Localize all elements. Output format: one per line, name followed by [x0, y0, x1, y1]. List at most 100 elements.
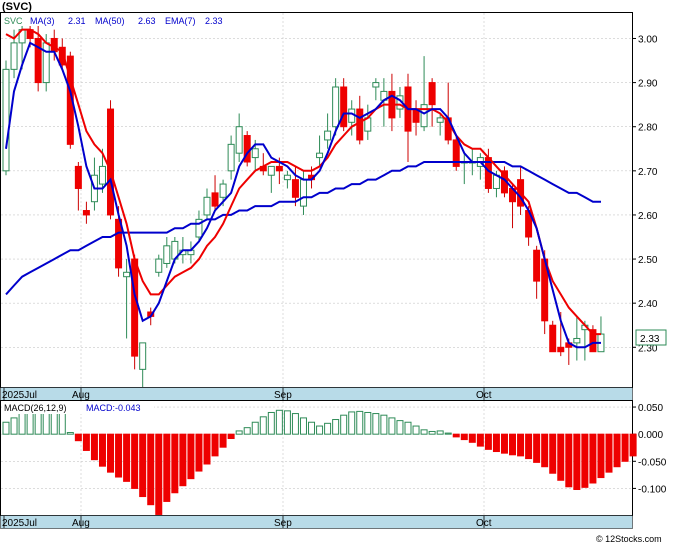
macd-bar — [420, 429, 428, 435]
macd-bar — [460, 433, 468, 441]
stock-chart: 3.002.902.802.702.602.502.402.30 2.33 20… — [0, 1, 667, 544]
macd-bar — [299, 417, 307, 435]
price-tick-label: 2.90 — [638, 79, 658, 90]
candle-body — [203, 196, 211, 216]
macd-bar — [74, 433, 82, 442]
macd-tick-label: -0.050 — [638, 457, 667, 468]
macd-bar — [340, 414, 348, 435]
macd-bar — [203, 433, 211, 465]
macd-bar — [187, 433, 195, 480]
macd-bar — [259, 416, 267, 435]
macd-bar — [90, 433, 98, 461]
macd-bar — [533, 433, 541, 463]
macd-bar — [525, 433, 533, 460]
macd-bar — [58, 411, 66, 435]
candle-body — [211, 192, 219, 207]
chart-title: (SVC) — [2, 1, 32, 13]
candle-body — [299, 179, 307, 207]
macd-bar — [308, 421, 316, 435]
macd-bar — [131, 433, 139, 489]
macd-bar — [380, 414, 388, 435]
macd-bar — [388, 417, 396, 435]
legend-label: MA(3) — [30, 16, 55, 26]
date-label: 2025Jul — [2, 390, 37, 401]
macd-bar — [267, 411, 275, 435]
price-tick-label: 2.80 — [638, 123, 658, 134]
macd-bar — [316, 425, 324, 435]
macd-bar — [348, 411, 356, 435]
macd-tick-label: 0.050 — [638, 403, 663, 414]
candle-body — [291, 179, 299, 198]
macd-bar — [372, 413, 380, 435]
macd-bar — [82, 433, 90, 451]
macd-bar — [468, 433, 476, 443]
macd-bar — [66, 432, 74, 435]
candle-body — [74, 165, 82, 189]
macd-bar — [541, 433, 549, 468]
macd-bar — [581, 433, 589, 488]
price-tick-label: 2.40 — [638, 299, 658, 310]
macd-bar — [251, 421, 259, 435]
macd-bar — [412, 425, 420, 435]
macd-bar — [2, 421, 10, 435]
macd-bar — [605, 433, 613, 473]
price-legend: SVC MA(3) 2.31 MA(50) 2.63 EMA(7) 2.33 — [2, 14, 234, 26]
candle-body — [557, 346, 565, 353]
macd-bar — [549, 433, 557, 474]
macd-title: MACD(26,12,9) — [4, 403, 67, 413]
candle-body — [219, 183, 227, 198]
date-label: Sep — [274, 390, 292, 401]
watermark: © 12Stocks.com — [596, 534, 662, 544]
candle-body — [10, 42, 18, 70]
candle-body — [436, 117, 444, 123]
macd-bar — [115, 433, 123, 478]
legend-label: MA(50) — [95, 16, 125, 26]
price-tick-label: 3.00 — [638, 34, 658, 45]
last-price-label: 2.33 — [640, 334, 660, 345]
macd-bar — [211, 433, 219, 457]
macd-bar — [500, 433, 508, 454]
candle-body — [324, 130, 332, 141]
macd-bar — [573, 433, 581, 491]
legend-label: EMA(7) — [165, 16, 196, 26]
price-tick-label: 2.70 — [638, 167, 658, 178]
macd-bar — [565, 433, 573, 488]
macd-bar — [139, 433, 147, 498]
macd-bar — [613, 433, 621, 468]
macd-bar — [10, 417, 18, 435]
macd-bar — [396, 420, 404, 435]
candle-body — [316, 152, 324, 159]
candle-body — [428, 82, 436, 106]
macd-bar — [235, 430, 243, 435]
macd-bar — [444, 432, 452, 435]
candle-body — [163, 245, 171, 264]
date-label: Sep — [274, 518, 292, 529]
macd-bar — [291, 413, 299, 435]
macd-bar — [163, 433, 171, 502]
date-label: Oct — [476, 390, 492, 401]
macd-bar — [227, 433, 235, 440]
macd-bar — [324, 422, 332, 435]
date-band-macd — [0, 515, 633, 529]
macd-bar — [243, 427, 251, 435]
date-band — [0, 387, 633, 401]
macd-bar — [179, 433, 187, 487]
macd-bar — [428, 430, 436, 435]
macd-value: MACD:-0.043 — [86, 403, 141, 413]
macd-bar — [436, 430, 444, 435]
macd-bar — [621, 433, 629, 462]
macd-bar — [107, 433, 115, 473]
candle-body — [82, 210, 90, 216]
macd-bar — [597, 433, 605, 479]
macd-y-axis: 0.050 0.000 -0.050 -0.100 — [632, 403, 667, 495]
candle-body — [283, 174, 291, 181]
candle-body — [98, 165, 106, 185]
macd-bar — [476, 433, 484, 447]
macd-bar — [517, 433, 525, 457]
candle-body — [155, 258, 163, 273]
candle-body — [372, 82, 380, 88]
date-label: Oct — [476, 518, 492, 529]
macd-bar — [509, 433, 517, 456]
date-label: Aug — [72, 518, 90, 529]
legend-label: SVC — [4, 16, 23, 26]
